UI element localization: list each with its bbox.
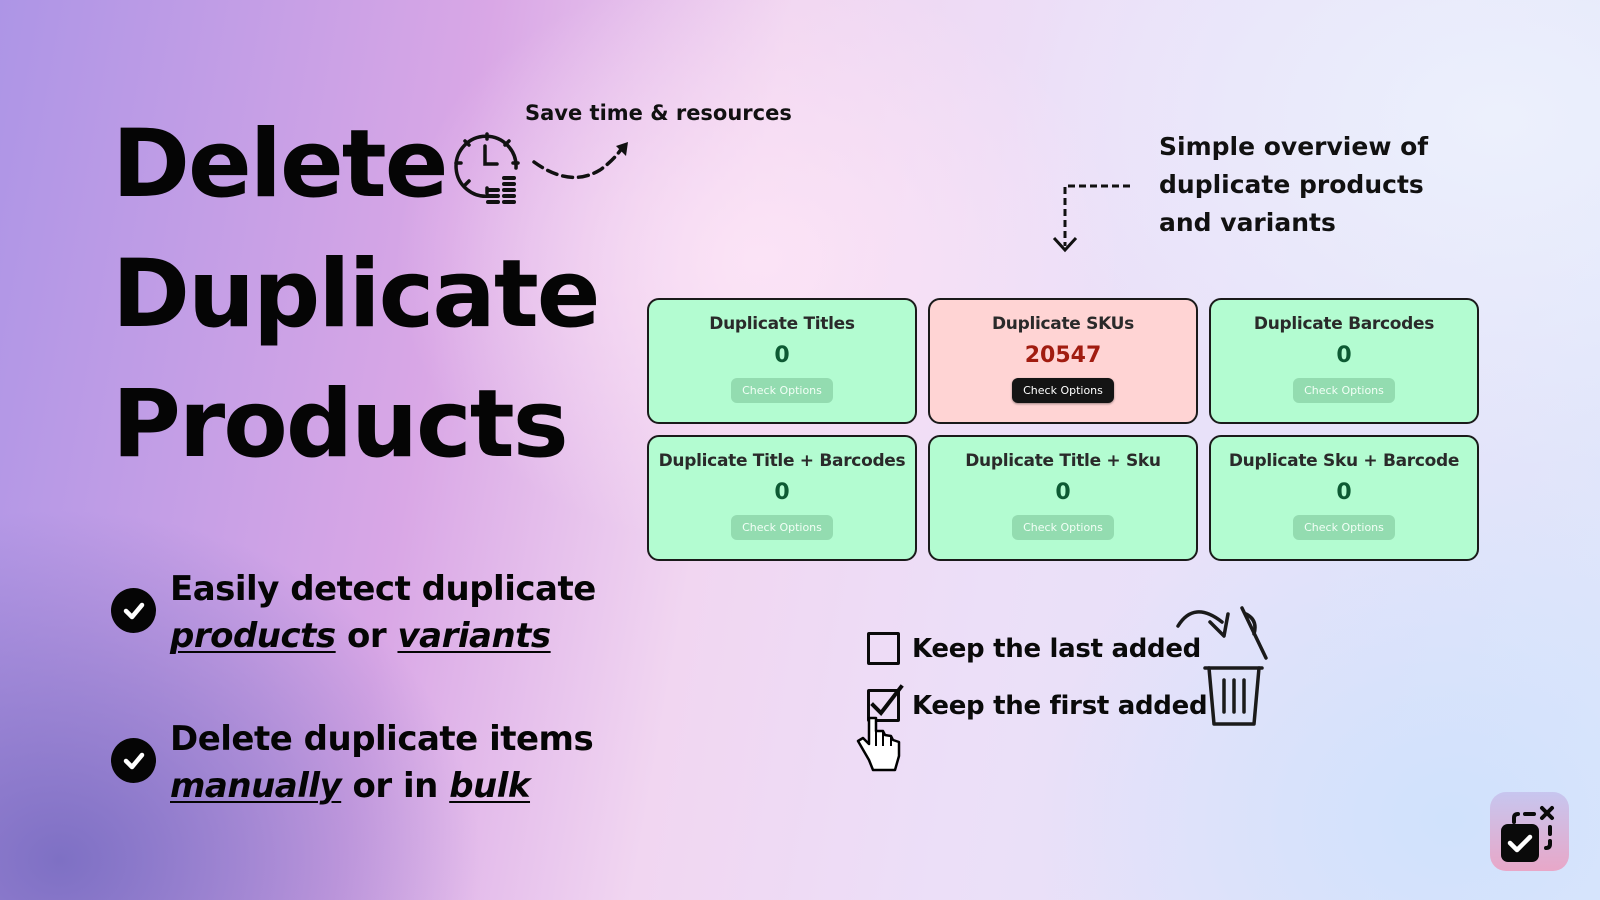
dashed-elbow-arrow-icon <box>1052 184 1130 253</box>
card-count: 0 <box>1336 343 1352 368</box>
option-label: Keep the last added <box>912 633 1201 664</box>
card-title: Duplicate Titles <box>709 314 855 334</box>
feature-connector: or <box>335 616 398 656</box>
trash-icon <box>1176 606 1268 726</box>
card-duplicate-title-barcodes: Duplicate Title + Barcodes 0 Check Optio… <box>647 435 917 561</box>
check-options-button[interactable]: Check Options <box>731 378 833 403</box>
feature-emphasis: bulk <box>449 766 531 806</box>
overview-line-2: duplicate products <box>1159 170 1424 199</box>
app-logo-icon <box>1490 792 1569 871</box>
feature-emphasis: variants <box>397 616 551 656</box>
clock-coins-icon <box>454 132 520 204</box>
card-count: 0 <box>774 343 790 368</box>
check-options-button[interactable]: Check Options <box>1293 515 1395 540</box>
option-keep-last[interactable]: Keep the last added <box>867 632 1201 665</box>
overview-line-1: Simple overview of <box>1159 132 1429 161</box>
duplicate-summary-grid: Duplicate Titles 0 Check Options Duplica… <box>647 298 1479 561</box>
feature-delete: Delete duplicate items manually or in bu… <box>111 716 594 810</box>
feature-emphasis: manually <box>170 766 342 806</box>
check-options-button[interactable]: Check Options <box>1012 378 1114 403</box>
feature-line: Delete duplicate items <box>170 719 594 759</box>
feature-emphasis: products <box>170 616 336 656</box>
check-options-button[interactable]: Check Options <box>1012 515 1114 540</box>
check-circle-icon <box>111 738 156 783</box>
checkbox-unchecked[interactable] <box>867 632 900 665</box>
check-options-button[interactable]: Check Options <box>1293 378 1395 403</box>
card-count: 0 <box>1055 480 1071 505</box>
card-duplicate-skus: Duplicate SKUs 20547 Check Options <box>928 298 1198 424</box>
card-count: 20547 <box>1024 343 1102 368</box>
check-options-button[interactable]: Check Options <box>731 515 833 540</box>
hand-pointer-icon <box>856 716 901 772</box>
card-count: 0 <box>1336 480 1352 505</box>
feature-line: Easily detect duplicate <box>170 569 596 609</box>
feature-connector: or in <box>341 766 450 806</box>
card-count: 0 <box>774 480 790 505</box>
option-keep-first[interactable]: Keep the first added <box>867 684 1208 722</box>
card-duplicate-title-sku: Duplicate Title + Sku 0 Check Options <box>928 435 1198 561</box>
headline-line-2: Duplicate <box>112 240 601 349</box>
card-title: Duplicate SKUs <box>991 314 1134 334</box>
check-circle-icon <box>111 588 156 633</box>
overview-caption: Simple overview of duplicate products an… <box>1159 128 1459 242</box>
card-title: Duplicate Title + Barcodes <box>658 451 906 471</box>
feature-detect: Easily detect duplicate products or vari… <box>111 566 596 660</box>
card-duplicate-barcodes: Duplicate Barcodes 0 Check Options <box>1209 298 1479 424</box>
card-title: Duplicate Barcodes <box>1253 314 1435 334</box>
save-time-caption: Save time & resources <box>525 101 792 125</box>
option-label: Keep the first added <box>912 690 1208 721</box>
card-duplicate-sku-barcode: Duplicate Sku + Barcode 0 Check Options <box>1209 435 1479 561</box>
dashed-curve-arrow-icon <box>532 142 628 180</box>
card-title: Duplicate Title + Sku <box>965 451 1161 471</box>
headline-line-3: Products <box>112 370 569 479</box>
overview-line-3: and variants <box>1159 208 1336 237</box>
card-duplicate-titles: Duplicate Titles 0 Check Options <box>647 298 917 424</box>
card-title: Duplicate Sku + Barcode <box>1228 451 1460 471</box>
